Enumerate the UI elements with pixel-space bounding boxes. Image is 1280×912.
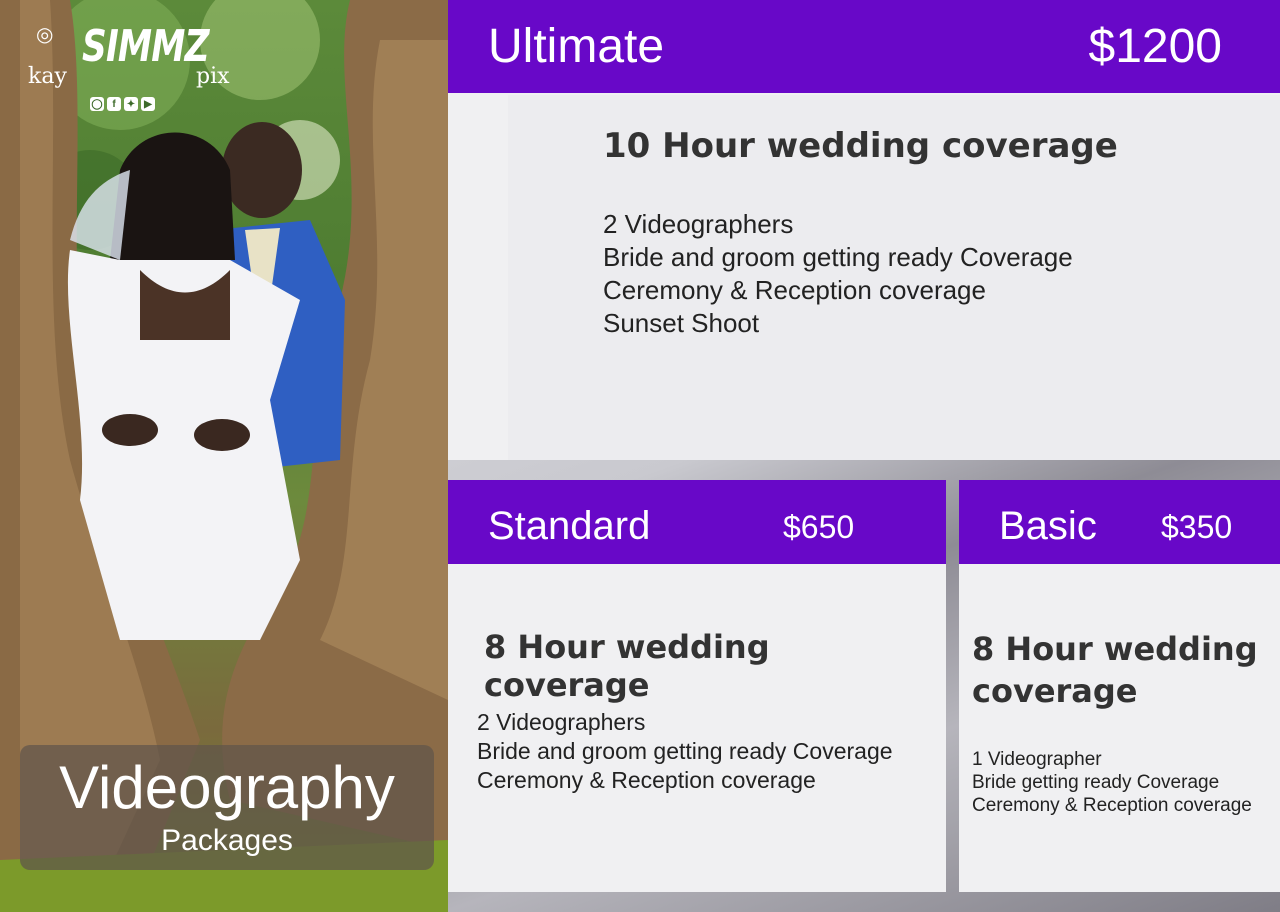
twitter-icon[interactable]: ✦	[124, 97, 138, 111]
social-icons: ◯ f ✦ ▶	[90, 97, 155, 111]
package-heading: 8 Hour wedding coverage	[484, 628, 770, 704]
package-price: $650	[783, 509, 855, 545]
package-price: $1200	[1088, 20, 1222, 73]
list-item: Ceremony & Reception coverage	[972, 795, 1252, 816]
list-item: Ceremony & Reception coverage	[477, 767, 816, 793]
instagram-icon[interactable]: ◯	[90, 97, 104, 111]
package-heading: 8 Hour wedding coverage	[972, 630, 1258, 710]
page-subtitle: Packages	[161, 824, 293, 857]
page-title: Videography	[59, 754, 395, 821]
package-header: Ultimate $1200	[448, 0, 1280, 93]
list-item: 1 Videographer	[972, 749, 1102, 770]
package-card-basic: Basic $350 8 Hour wedding coverage 1 Vid…	[959, 480, 1280, 892]
brand-logo: ◎ SIMMZ kay pix ◯ f ✦ ▶	[24, 12, 254, 111]
youtube-icon[interactable]: ▶	[141, 97, 155, 111]
package-price: $350	[1161, 509, 1233, 545]
list-item: Sunset Shoot	[603, 308, 760, 338]
list-item: 2 Videographers	[477, 709, 646, 735]
brand-suffix: pix	[196, 64, 230, 89]
facebook-icon[interactable]: f	[107, 97, 121, 111]
list-item: Bride and groom getting ready Coverage	[477, 738, 893, 764]
list-item: 2 Videographers	[603, 209, 794, 239]
package-features: 1 Videographer Bride getting ready Cover…	[972, 748, 1252, 817]
package-name: Ultimate	[488, 20, 665, 73]
package-card-standard: Standard $650 8 Hour wedding coverage 2 …	[448, 480, 946, 892]
brand-name: SIMMZ	[82, 21, 210, 72]
camera-icon: ◎	[36, 24, 54, 46]
package-header: Standard $650	[448, 480, 946, 564]
package-name: Basic	[999, 504, 1097, 548]
package-card-ultimate: Ultimate $1200 10 Hour wedding coverage …	[448, 0, 1280, 460]
package-heading: 10 Hour wedding coverage	[603, 126, 1118, 166]
list-item: Bride and groom getting ready Coverage	[603, 242, 1073, 272]
package-name: Standard	[488, 504, 651, 548]
list-item: Bride getting ready Coverage	[972, 772, 1220, 793]
title-box: Videography Packages	[20, 745, 434, 870]
brand-prefix: kay	[28, 64, 67, 89]
package-features: 2 Videographers Bride and groom getting …	[477, 708, 893, 795]
list-item: Ceremony & Reception coverage	[603, 275, 986, 305]
package-features: 2 Videographers Bride and groom getting …	[603, 208, 1073, 340]
couple-photo: ◎ SIMMZ kay pix ◯ f ✦ ▶ Videography Pack…	[0, 0, 448, 912]
package-header: Basic $350	[959, 480, 1280, 564]
